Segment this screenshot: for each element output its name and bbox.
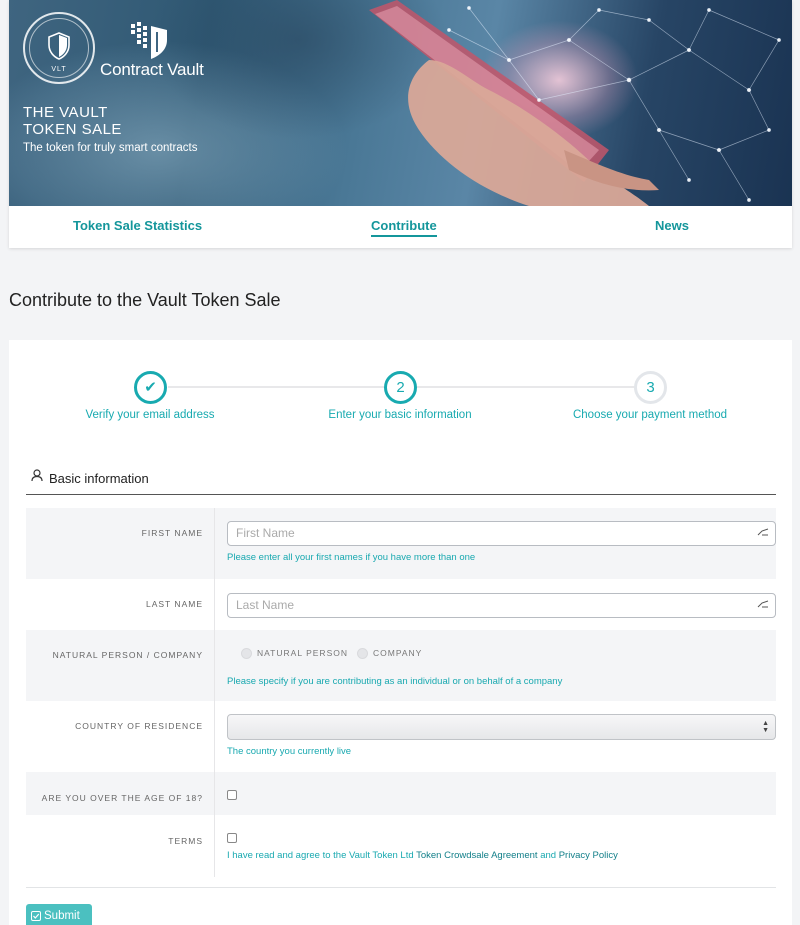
brand-name: Contract Vault bbox=[100, 60, 204, 79]
step-2-label: Enter your basic information bbox=[328, 409, 472, 421]
radio-natural-person[interactable] bbox=[241, 648, 252, 659]
step-3-label: Choose your payment method bbox=[572, 409, 728, 421]
submit-label: Submit bbox=[44, 910, 80, 922]
main-nav: Token Sale Statistics Contribute News bbox=[9, 206, 792, 248]
last-name-input[interactable]: Last Name bbox=[227, 593, 776, 618]
form-row-terms: TERMS I have read and agree to the Vault… bbox=[26, 815, 776, 877]
country-help: The country you currently live bbox=[227, 746, 352, 757]
radio-company[interactable] bbox=[357, 648, 368, 659]
step-1-label: Verify your email address bbox=[85, 409, 215, 421]
submit-button[interactable]: Submit bbox=[26, 904, 92, 925]
terms-text-mid: and bbox=[537, 850, 559, 861]
hero-title: THE VAULT TOKEN SALE bbox=[23, 104, 122, 138]
badge-text: VLT bbox=[51, 66, 67, 73]
country-label: COUNTRY OF RESIDENCE bbox=[75, 721, 203, 731]
select-arrows-icon: ▲ ▼ bbox=[762, 720, 769, 734]
country-select[interactable]: ▲ ▼ bbox=[227, 714, 776, 740]
section-title: Basic information bbox=[49, 471, 149, 486]
form-row-first-name: FIRST NAME First Name Please enter all y… bbox=[26, 508, 776, 579]
signature-icon bbox=[757, 600, 769, 608]
user-icon bbox=[31, 469, 43, 482]
terms-text: I have read and agree to the Vault Token… bbox=[227, 850, 618, 861]
contribute-card: ✔ Verify your email address 2 Enter your… bbox=[9, 340, 792, 925]
form-divider bbox=[26, 887, 776, 888]
step-connector bbox=[417, 386, 635, 388]
page-title: Contribute to the Vault Token Sale bbox=[9, 290, 281, 310]
age-checkbox[interactable] bbox=[227, 790, 237, 800]
form-row-country: COUNTRY OF RESIDENCE ▲ ▼ The country you … bbox=[26, 701, 776, 772]
form-row-last-name: LAST NAME Last Name bbox=[26, 579, 776, 630]
section-header: Basic information bbox=[26, 467, 776, 495]
terms-checkbox[interactable] bbox=[227, 833, 237, 843]
check-square-icon bbox=[31, 910, 41, 921]
privacy-policy-link[interactable]: Privacy Policy bbox=[559, 850, 618, 861]
hero-title-line1: THE VAULT bbox=[23, 104, 108, 121]
hero-subtitle: The token for truly smart contracts bbox=[23, 142, 198, 154]
terms-text-before: I have read and agree to the Vault Token… bbox=[227, 850, 417, 861]
shield-icon bbox=[48, 32, 70, 60]
hero-banner: VLT Contract Vault THE VAULT TOKEN SALE … bbox=[9, 0, 792, 206]
progress-stepper: ✔ Verify your email address 2 Enter your… bbox=[9, 340, 792, 450]
person-type-label: NATURAL PERSON / COMPANY bbox=[52, 650, 203, 660]
phone-graphic bbox=[369, 0, 659, 206]
first-name-label: FIRST NAME bbox=[141, 528, 203, 538]
form-row-age: ARE YOU OVER THE AGE OF 18? bbox=[26, 772, 776, 815]
first-name-placeholder: First Name bbox=[236, 526, 295, 540]
form-row-person-type: NATURAL PERSON / COMPANY NATURAL PERSON … bbox=[26, 630, 776, 701]
person-type-help: Please specify if you are contributing a… bbox=[227, 676, 563, 687]
header-card: VLT Contract Vault THE VAULT TOKEN SALE … bbox=[9, 0, 792, 248]
basic-info-form: FIRST NAME First Name Please enter all y… bbox=[26, 508, 776, 877]
company-label[interactable]: COMPANY bbox=[373, 648, 422, 658]
terms-label: TERMS bbox=[168, 836, 203, 846]
nav-news[interactable]: News bbox=[655, 218, 689, 233]
vlt-badge-logo: VLT bbox=[23, 12, 95, 84]
last-name-placeholder: Last Name bbox=[236, 598, 295, 612]
signature-icon bbox=[757, 528, 769, 536]
step-3-indicator: 3 bbox=[634, 371, 667, 404]
step-2-indicator: 2 bbox=[384, 371, 417, 404]
natural-person-label[interactable]: NATURAL PERSON bbox=[257, 648, 348, 658]
nav-contribute[interactable]: Contribute bbox=[371, 218, 437, 237]
crowdsale-agreement-link[interactable]: Token Crowdsale Agreement bbox=[416, 850, 537, 861]
network-graphic bbox=[369, 0, 781, 206]
nav-token-sale-statistics[interactable]: Token Sale Statistics bbox=[73, 218, 202, 233]
first-name-help: Please enter all your first names if you… bbox=[227, 552, 476, 563]
contract-vault-logo-icon bbox=[131, 22, 167, 59]
step-1-check-icon: ✔ bbox=[134, 371, 167, 404]
hero-title-line2: TOKEN SALE bbox=[23, 121, 122, 138]
first-name-input[interactable]: First Name bbox=[227, 521, 776, 546]
age-label: ARE YOU OVER THE AGE OF 18? bbox=[41, 793, 203, 803]
step-connector bbox=[168, 386, 384, 388]
last-name-label: LAST NAME bbox=[145, 599, 203, 609]
